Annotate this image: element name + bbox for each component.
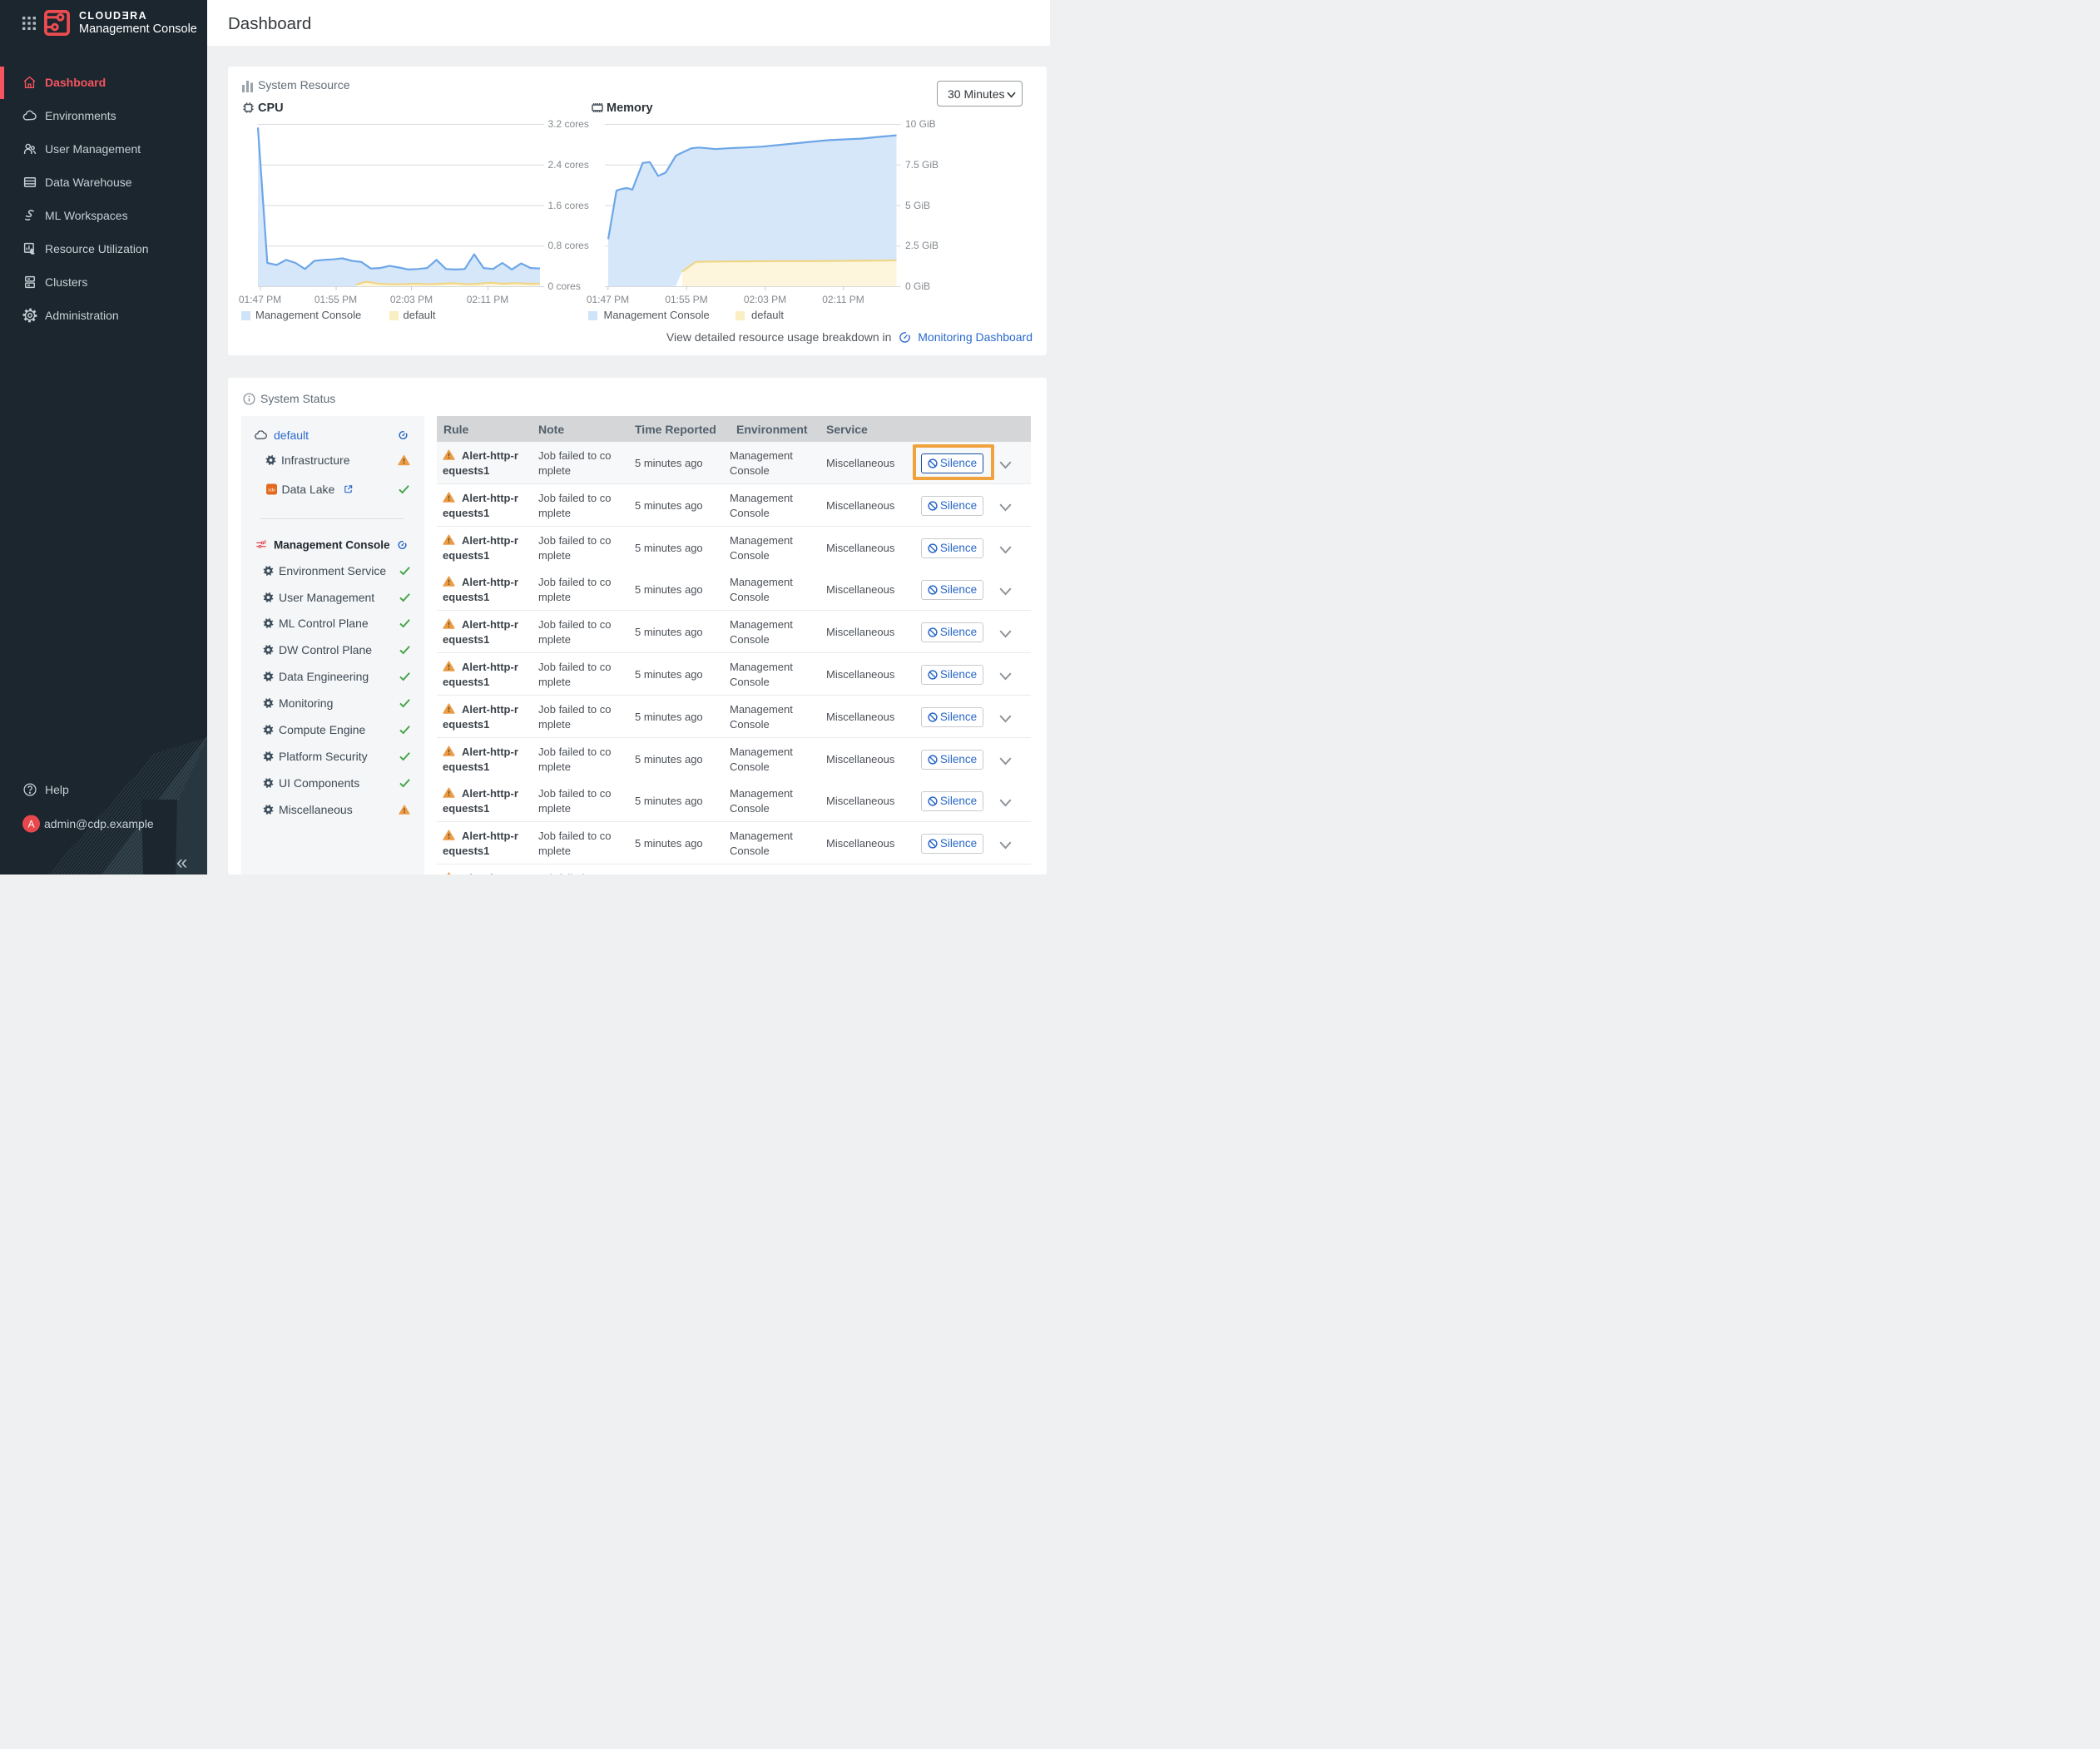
svg-text:sdx: sdx [268,488,275,493]
svg-text:A: A [27,818,34,830]
